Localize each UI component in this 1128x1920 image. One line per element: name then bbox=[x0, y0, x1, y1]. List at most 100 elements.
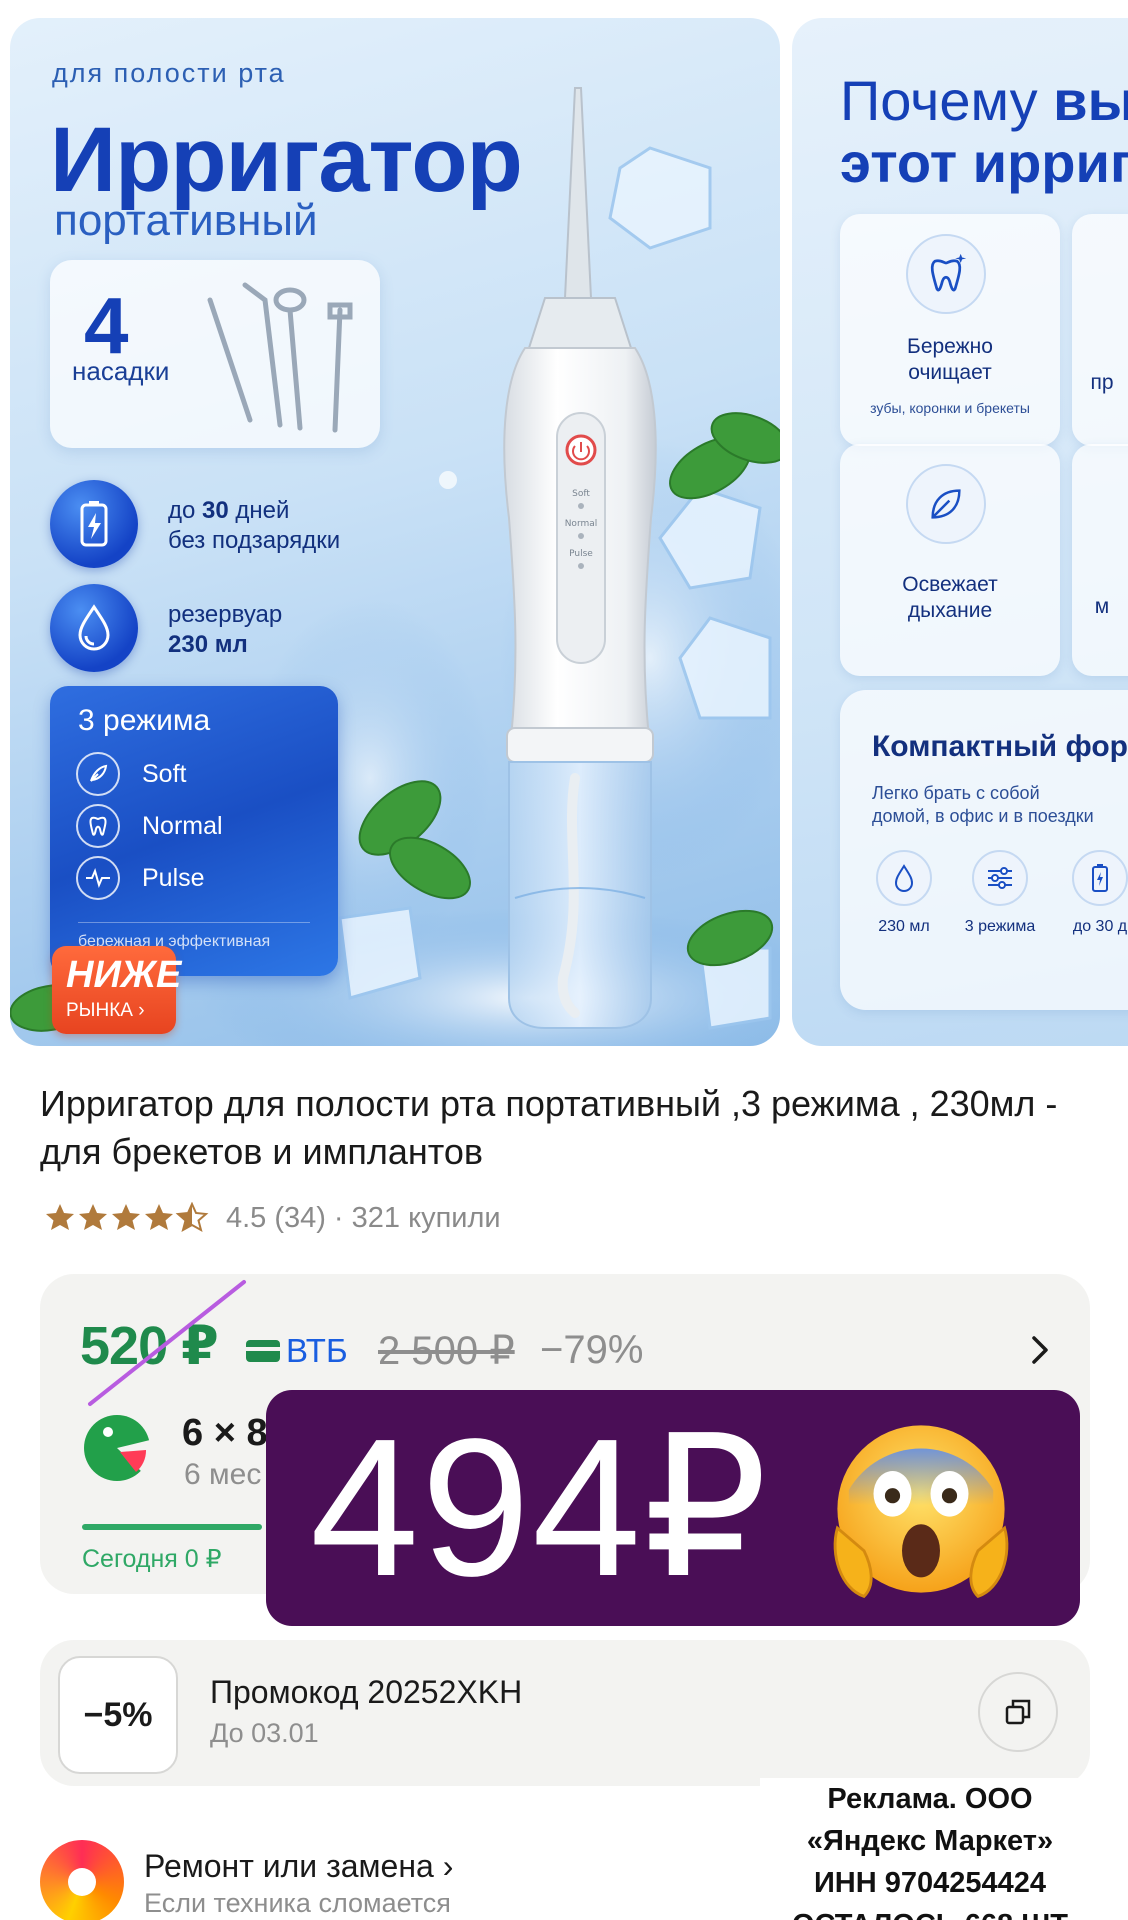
mode-pulse: Pulse bbox=[76, 856, 326, 902]
product-title: Ирригатор для полости рта портативный ,3… bbox=[40, 1083, 1058, 1172]
overlay-price: 494₽ bbox=[310, 1398, 770, 1617]
repair-sub: Если техника сломается bbox=[144, 1888, 451, 1918]
chevron-right-icon: › bbox=[138, 1000, 145, 1021]
benefit-fresh-breath: Освежает дыхание bbox=[840, 444, 1060, 676]
compact-text-2: домой, в офис и в поездки bbox=[872, 806, 1094, 826]
split-progress-bar bbox=[82, 1524, 262, 1530]
benefit-partial: пр bbox=[1072, 214, 1128, 446]
product-subtitle: для полости рта bbox=[52, 58, 286, 88]
feature-reservoir-line1: резервуар bbox=[168, 601, 283, 628]
feature-battery-post: дней bbox=[228, 497, 290, 524]
gallery-image-second[interactable]: Почему вы этот ирригa Бережно очищает зу… bbox=[792, 18, 1128, 1046]
card2-title-pre: Почему bbox=[840, 69, 1054, 132]
feature-reservoir-line2: 230 мл bbox=[168, 631, 248, 658]
modes-title: 3 режима bbox=[78, 704, 211, 737]
product-gallery[interactable]: для полости рта Ирригатор портативный 4 … bbox=[0, 0, 1128, 1050]
sparkle-tooth-icon bbox=[906, 234, 986, 314]
bought-count: · 321 купили bbox=[333, 1201, 501, 1234]
ad-line3: ИНН 9704254424 bbox=[813, 1867, 1047, 1899]
copy-icon bbox=[1005, 1699, 1031, 1725]
device-mode-normal: Normal bbox=[565, 519, 598, 529]
rating-stars bbox=[44, 1202, 214, 1234]
feather-icon bbox=[76, 752, 120, 796]
nozzles-box: 4 насадки bbox=[50, 260, 380, 448]
card2-title: Почему вы этот ирригa bbox=[840, 70, 1128, 194]
repair-title-text: Ремонт или замена bbox=[144, 1848, 434, 1884]
scream-emoji-icon bbox=[833, 1425, 1009, 1599]
old-price: 2 500 ₽ bbox=[378, 1329, 515, 1373]
card2-title-bold: вы bbox=[1053, 69, 1128, 132]
mini-volume: 230 мл bbox=[864, 850, 944, 936]
feature-battery-pre: до bbox=[168, 497, 203, 524]
gallery-image-main[interactable]: для полости рта Ирригатор портативный 4 … bbox=[10, 18, 780, 1046]
mode-normal: Normal bbox=[76, 804, 326, 850]
bank-vtb: ВТБ bbox=[246, 1332, 348, 1370]
price-overlay-banner: 494₽ bbox=[266, 1390, 1080, 1626]
copy-promo-button[interactable] bbox=[978, 1672, 1058, 1752]
nozzles-label: насадки bbox=[72, 356, 170, 386]
split-today: Сегодня 0 ₽ bbox=[82, 1545, 222, 1573]
compact-format-box: Компактный фор Легко брать с собой домой… bbox=[840, 690, 1128, 1010]
benefit-partial-label: м bbox=[1094, 595, 1110, 618]
split-sub: 6 мес bbox=[184, 1458, 262, 1491]
benefit-sub: зубы, коронки и брекеты bbox=[870, 400, 1030, 416]
split-title: 6 × 8 bbox=[182, 1412, 268, 1454]
discount-percent: −79% bbox=[540, 1328, 644, 1372]
repair-service-icon bbox=[40, 1840, 124, 1920]
feature-battery: до 30 дней без подзарядки bbox=[50, 480, 390, 570]
mode-label: Soft bbox=[142, 760, 187, 788]
mini-modes: 3 режима bbox=[960, 850, 1040, 936]
feature-battery-bold: 30 bbox=[202, 497, 229, 524]
ad-disclaimer: Реклама. ООО «Яндекс Маркет» ИНН 9704254… bbox=[760, 1778, 1100, 1920]
irrigator-device-image: Soft Normal Pulse bbox=[503, 87, 657, 1029]
device-mode-pulse: Pulse bbox=[569, 549, 593, 559]
ad-line1: Реклама. ООО bbox=[827, 1783, 1033, 1815]
mini-label: до 30 д bbox=[1072, 918, 1128, 935]
compact-text-1: Легко брать с собой bbox=[872, 783, 1040, 803]
promo-discount-badge: −5% bbox=[58, 1656, 178, 1774]
reviews-count[interactable]: (34) bbox=[274, 1202, 326, 1235]
split-payment-icon bbox=[84, 1415, 152, 1481]
rating-row[interactable]: 4.5 (34) · 321 купили bbox=[44, 1200, 509, 1236]
below-market-badge[interactable]: НИЖЕ РЫНКА › bbox=[52, 946, 181, 1034]
battery-icon bbox=[1072, 850, 1128, 906]
rating-value: 4.5 bbox=[226, 1201, 267, 1234]
feature-reservoir: резервуар 230 мл bbox=[50, 584, 390, 674]
promo-valid-until: До 03.01 bbox=[210, 1718, 319, 1748]
water-drop-icon bbox=[50, 584, 138, 672]
mini-label: 230 мл bbox=[878, 918, 930, 935]
card-icon bbox=[246, 1340, 280, 1362]
card2-title-line2: этот ирригa bbox=[840, 131, 1128, 194]
mode-label: Normal bbox=[142, 812, 223, 840]
pulse-icon bbox=[76, 856, 120, 900]
chevron-right-icon: › bbox=[442, 1848, 454, 1884]
tooth-icon bbox=[76, 804, 120, 848]
badge-line2: РЫНКА bbox=[66, 1000, 133, 1021]
modes-panel: 3 режима Soft Normal Pulse бережная и эф… bbox=[50, 686, 338, 976]
water-drop-icon bbox=[876, 850, 932, 906]
feature-battery-line2: без подзарядки bbox=[168, 527, 341, 554]
chevron-right-icon[interactable] bbox=[1020, 1330, 1060, 1370]
repair-title[interactable]: Ремонт или замена › bbox=[144, 1848, 453, 1885]
badge-line1: НИЖЕ bbox=[66, 954, 182, 996]
bank-name: ВТБ bbox=[286, 1332, 348, 1369]
star-icons bbox=[46, 1203, 207, 1231]
mini-battery: до 30 д bbox=[1060, 850, 1128, 936]
handdrawn-strike-line bbox=[88, 1280, 246, 1406]
benefit-partial-2: м bbox=[1072, 444, 1128, 676]
mini-label: 3 режима bbox=[964, 918, 1036, 935]
promo-title: Промокод 20252XKH bbox=[210, 1674, 523, 1710]
leaf-icon bbox=[906, 464, 986, 544]
compact-title: Компактный фор bbox=[872, 730, 1128, 763]
benefit-gentle-clean: Бережно очищает зубы, коронки и брекеты bbox=[840, 214, 1060, 446]
promo-card[interactable]: −5% Промокод 20252XKH До 03.01 bbox=[40, 1640, 1090, 1786]
ad-line4: ОСТАЛОСЬ 668 ШТ bbox=[760, 1904, 1100, 1920]
product-title-portable: портативный bbox=[54, 196, 318, 245]
mode-soft: Soft bbox=[76, 752, 326, 798]
ad-line2: «Яндекс Маркет» bbox=[806, 1825, 1054, 1857]
sliders-icon bbox=[972, 850, 1028, 906]
device-mode-soft: Soft bbox=[572, 489, 590, 499]
mode-label: Pulse bbox=[142, 864, 205, 892]
nozzles-icon bbox=[207, 282, 353, 433]
benefit-partial-label: пр bbox=[1090, 371, 1114, 394]
